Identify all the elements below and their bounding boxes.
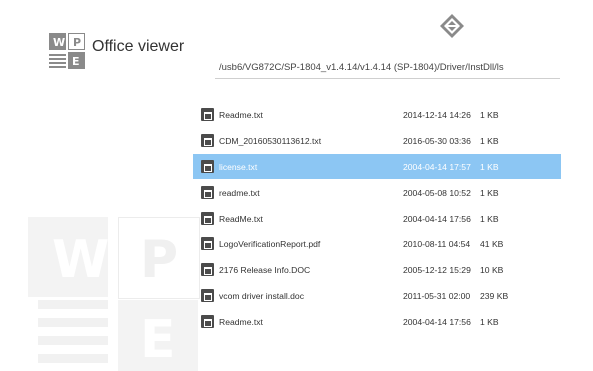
file-size: 1 KB	[480, 135, 499, 146]
document-file-icon	[201, 237, 214, 251]
file-row[interactable]: Readme.txt 2004-04-14 17:56 1 KB	[193, 309, 561, 334]
app-title: Office viewer	[92, 38, 185, 55]
file-name: vcom driver install.doc	[219, 291, 305, 302]
file-size: 239 KB	[480, 291, 509, 302]
watermark-e-letter: E	[140, 310, 176, 370]
current-path: /usb6/VG872C/SP-1804_v1.4.14/v1.4.14 (SP…	[219, 62, 504, 73]
file-name: ReadMe.txt	[219, 213, 263, 224]
file-row[interactable]: 2176 Release Info.DOC 2005-12-12 15:29 10 …	[193, 257, 561, 282]
file-list: Readme.txt 2014-12-14 14:26 1 KB CDM_201605…	[193, 102, 561, 335]
file-size: 41 KB	[480, 239, 504, 250]
document-file-icon	[201, 185, 214, 199]
file-row[interactable]: vcom driver install.doc 2011-05-31 02:00 2…	[193, 283, 561, 308]
svg-text:P: P	[73, 36, 81, 49]
watermark-line	[38, 354, 108, 363]
watermark-p-letter: P	[140, 230, 179, 290]
document-file-icon	[201, 289, 214, 303]
file-date: 2004-05-08 10:52	[403, 187, 471, 198]
document-file-icon	[201, 133, 214, 147]
file-date: 2016-05-30 03:36	[403, 135, 471, 146]
file-date: 2004-04-14 17:56	[403, 317, 471, 328]
watermark-w-letter: W	[52, 230, 110, 290]
document-file-icon	[201, 263, 214, 277]
document-file-icon	[201, 315, 214, 329]
file-row[interactable]: Readme.txt 2014-12-14 14:26 1 KB	[193, 102, 561, 127]
file-size: 1 KB	[480, 213, 499, 224]
file-name: license.txt	[219, 161, 258, 172]
watermark-line	[38, 318, 108, 327]
path-divider	[215, 78, 560, 79]
file-name: LogoVerificationReport.pdf	[219, 239, 321, 250]
file-row[interactable]: CDM_20160530113612.txt 2016-05-30 03:36 1 …	[193, 128, 561, 153]
file-date: 2014-12-14 14:26	[403, 110, 471, 120]
svg-text:E: E	[72, 55, 80, 68]
file-row[interactable]: license.txt 2004-04-14 17:57 1 KB	[193, 153, 561, 179]
file-size: 1 KB	[480, 317, 499, 328]
file-date: 2010-08-11 04:54	[403, 239, 471, 250]
file-size: 10 KB	[480, 265, 504, 276]
document-file-icon	[201, 108, 214, 121]
file-row[interactable]: ReadMe.txt 2004-04-14 17:56 1 KB	[193, 206, 561, 231]
watermark-line	[38, 300, 108, 309]
document-file-icon	[201, 211, 214, 225]
file-name: Readme.txt	[219, 110, 263, 120]
file-date: 2004-04-14 17:57	[403, 161, 471, 172]
background-watermark-logo: W P E	[0, 170, 220, 371]
file-size: 1 KB	[480, 110, 499, 120]
file-size: 1 KB	[480, 187, 499, 198]
svg-text:W: W	[53, 36, 65, 49]
document-file-icon	[201, 159, 214, 173]
file-name: CDM_20160530113612.txt	[219, 135, 322, 146]
file-row[interactable]: LogoVerificationReport.pdf 2010-08-11 04:…	[193, 231, 561, 256]
file-date: 2004-04-14 17:56	[403, 213, 471, 224]
file-name: 2176 Release Info.DOC	[219, 265, 311, 276]
file-name: readme.txt	[219, 187, 260, 198]
file-name: Readme.txt	[219, 317, 263, 328]
file-date: 2011-05-31 02:00	[403, 291, 471, 302]
file-size: 1 KB	[480, 161, 499, 172]
watermark-line	[38, 336, 108, 345]
file-date: 2005-12-12 15:29	[403, 265, 471, 276]
office-viewer-logo-icon: W P E	[49, 33, 87, 71]
file-row[interactable]: readme.txt 2004-05-08 10:52 1 KB	[193, 180, 561, 205]
diamond-nav-icon[interactable]	[440, 14, 464, 38]
